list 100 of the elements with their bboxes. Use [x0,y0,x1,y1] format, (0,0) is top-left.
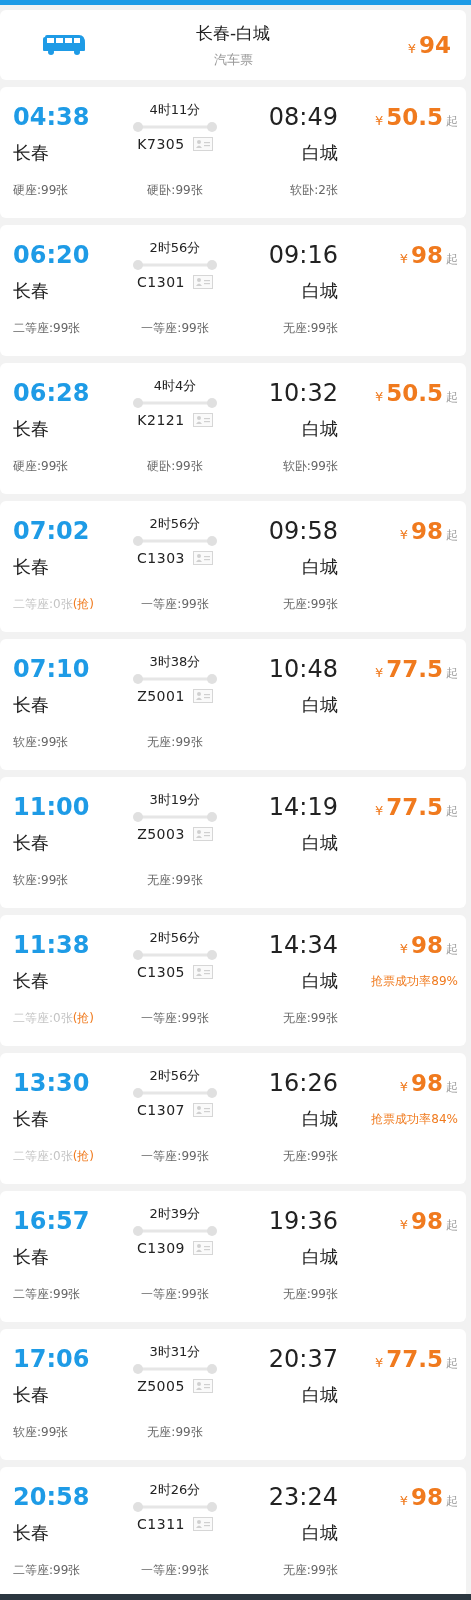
price-suffix: 起 [446,665,458,682]
route-line-icon [133,950,217,960]
arrival-station: 白城 [302,141,338,165]
train-number: C1305 [137,964,185,980]
route-line-icon [133,1226,217,1236]
departure-time: 20:58 [13,1483,90,1511]
arrival-station: 白城 [302,279,338,303]
seat-availability: 无座:99张 [147,733,203,751]
route-line-icon [133,122,217,132]
train-card[interactable]: 04:38 长春 4时11分 K7305 08:49 白城 ¥50.5 起 硬座:99张 硬卧:99张 软卧:2张 [0,87,466,218]
route-title: 长春-白城 [195,21,271,45]
currency-sign: ¥ [399,1217,408,1232]
departure-station: 长春 [13,1383,49,1407]
seat-availability: 二等座:99张 [13,1285,81,1303]
currency-sign: ¥ [374,803,384,818]
price: 77.5 [386,794,443,820]
train-card[interactable]: 06:28 长春 4时4分 K2121 10:32 白城 ¥50.5 起 硬座:99张 硬卧:99张 软卧:99张 [0,363,466,494]
bus-icon [43,35,85,55]
route-line-icon [133,1364,217,1374]
departure-station: 长春 [13,1107,49,1131]
currency-sign: ¥ [374,1355,384,1370]
train-number: Z5001 [137,688,185,704]
seat-availability: 硬卧:99张 [147,457,203,475]
departure-time: 16:57 [13,1207,90,1235]
id-card-icon [192,275,213,289]
seat-availability: 一等座:99张 [141,595,209,613]
success-rate: 抢票成功率89% [371,972,458,990]
ticket-type: 汽车票 [213,50,253,69]
duration: 3时38分 [149,653,201,671]
duration: 2时39分 [149,1205,201,1223]
price-suffix: 起 [446,941,458,958]
departure-station: 长春 [13,279,49,303]
currency-sign: ¥ [399,1493,408,1508]
departure-time: 06:20 [13,241,90,269]
departure-time: 07:10 [13,655,90,683]
train-number: K2121 [137,412,185,428]
departure-station: 长春 [13,555,49,579]
currency-sign: ¥ [407,41,416,56]
duration: 2时56分 [149,239,201,257]
duration: 4时4分 [153,377,197,395]
seat-availability: 软卧:99张 [282,457,338,475]
price: 50.5 [386,104,443,130]
seat-availability: 一等座:99张 [141,1009,209,1027]
train-card[interactable]: 07:10 长春 3时38分 Z5001 10:48 白城 ¥77.5 起 软座:99张 无座:99张 [0,639,466,770]
price-suffix: 起 [446,1355,458,1372]
seat-availability: 二等座:99张 [13,319,81,337]
train-number: Z5005 [137,1378,185,1394]
seat-availability: 软卧:2张 [290,181,338,199]
seat-availability: 无座:99张 [282,1561,338,1579]
train-card[interactable]: 06:20 长春 2时56分 C1301 09:16 白城 ¥98 起 二等座:99张 一等座:99张 无座:99张 [0,225,466,356]
currency-sign: ¥ [374,665,384,680]
seat-availability: 软座:99张 [13,1423,69,1441]
id-card-icon [192,1379,213,1393]
seat-availability: 无座:99张 [282,595,338,613]
departure-station: 长春 [13,969,49,993]
departure-time: 11:00 [13,793,90,821]
seat-availability: 无座:99张 [282,1147,338,1165]
seat-availability: 一等座:99张 [141,319,209,337]
seat-availability: 硬座:99张 [13,457,69,475]
arrival-station: 白城 [302,1383,338,1407]
id-card-icon [192,137,213,151]
arrival-time: 19:36 [268,1207,338,1235]
price: 94 [419,32,451,58]
id-card-icon [192,1517,213,1531]
arrival-station: 白城 [302,693,338,717]
departure-station: 长春 [13,417,49,441]
route-line-icon [133,260,217,270]
bus-ticket-card[interactable]: 长春-白城 汽车票 ¥94 [0,10,466,80]
seat-availability: 软座:99张 [13,733,69,751]
price: 98 [411,1208,443,1234]
train-number: C1301 [137,274,185,290]
currency-sign: ¥ [399,251,408,266]
price: 98 [411,242,443,268]
duration: 2时56分 [149,515,201,533]
price: 98 [411,932,443,958]
price: 98 [411,1070,443,1096]
currency-sign: ¥ [374,113,384,128]
seat-availability: 无座:99张 [147,871,203,889]
price: 77.5 [386,1346,443,1372]
arrival-time: 14:19 [268,793,338,821]
train-card[interactable]: 16:57 长春 2时39分 C1309 19:36 白城 ¥98 起 二等座:99张 一等座:99张 无座:99张 [0,1191,466,1322]
id-card-icon [192,965,213,979]
duration: 3时19分 [149,791,201,809]
seat-availability: 软座:99张 [13,871,69,889]
price-suffix: 起 [446,251,458,268]
price-suffix: 起 [446,527,458,544]
price: 98 [411,518,443,544]
train-card[interactable]: 11:00 长春 3时19分 Z5003 14:19 白城 ¥77.5 起 软座:99张 无座:99张 [0,777,466,908]
currency-sign: ¥ [399,527,408,542]
currency-sign: ¥ [399,1079,408,1094]
price: 77.5 [386,656,443,682]
arrival-time: 14:34 [268,931,338,959]
arrival-time: 10:32 [268,379,338,407]
seat-availability: 硬座:99张 [13,181,69,199]
currency-sign: ¥ [374,389,384,404]
train-card[interactable]: 17:06 长春 3时31分 Z5005 20:37 白城 ¥77.5 起 软座:99张 无座:99张 [0,1329,466,1460]
seat-availability: 一等座:99张 [141,1147,209,1165]
departure-station: 长春 [13,831,49,855]
departure-station: 长春 [13,141,49,165]
id-card-icon [192,827,213,841]
